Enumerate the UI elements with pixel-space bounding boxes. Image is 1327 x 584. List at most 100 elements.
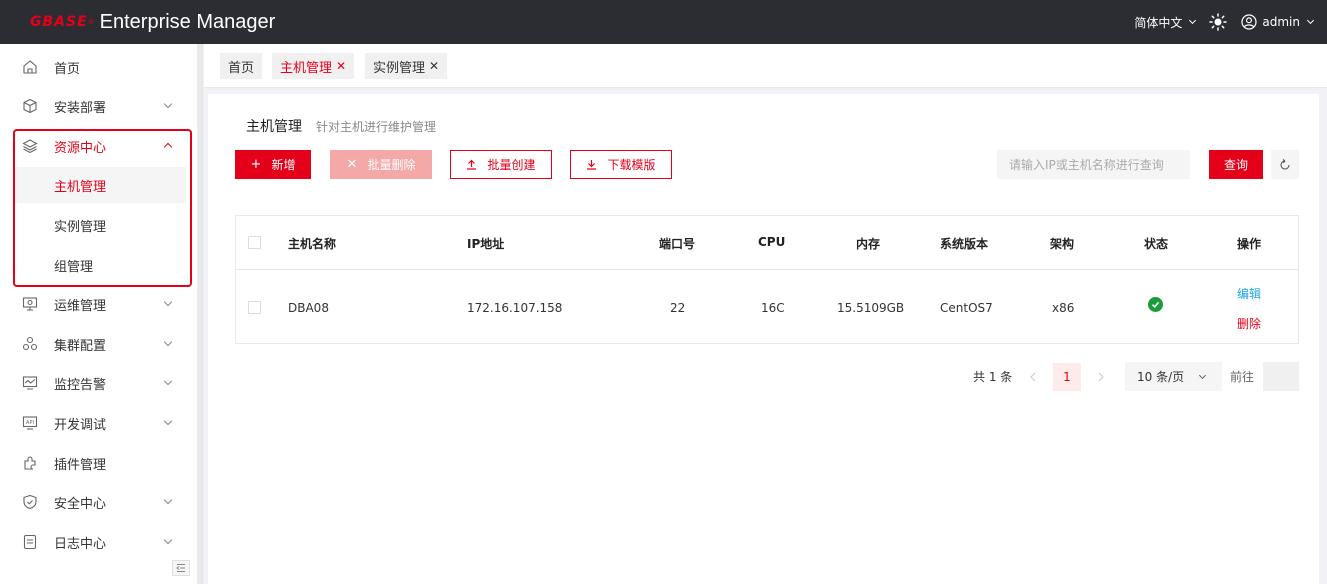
sidebar-subitem-host-management[interactable]: 主机管理 [14, 167, 186, 203]
select-all-checkbox[interactable] [248, 236, 261, 249]
hosts-table: 主机名称 IP地址 端口号 CPU 内存 系统版本 架构 状态 操作 DBA08… [235, 215, 1299, 344]
batch-delete-button[interactable]: ✕ 批量删除 [330, 150, 432, 179]
goto-page-input[interactable] [1263, 362, 1299, 391]
next-page-button[interactable] [1091, 363, 1111, 391]
logo: GBASE ® Enterprise Manager [30, 11, 275, 34]
refresh-icon [1280, 158, 1290, 170]
chevron-down-icon [163, 297, 173, 307]
chevron-down-icon [163, 416, 173, 426]
close-icon[interactable]: ✕ [336, 59, 346, 73]
edit-link[interactable]: 编辑 [1237, 285, 1261, 302]
package-icon [23, 98, 37, 114]
page-size-select[interactable]: 10 条/页 [1125, 362, 1222, 391]
username: admin [1262, 15, 1300, 29]
sidebar-subitem-group-management[interactable]: 组管理 [14, 247, 186, 283]
api-icon: API [22, 416, 38, 430]
prev-page-button[interactable] [1023, 363, 1043, 391]
chevron-down-icon [1189, 16, 1197, 25]
tab-host-management[interactable]: 主机管理 ✕ [272, 53, 355, 79]
page-size-label: 10 条/页 [1137, 370, 1185, 384]
page-title: 主机管理 [246, 119, 302, 135]
sidebar-item-label: 安装部署 [54, 100, 107, 116]
sidebar-item-install[interactable]: 安装部署 [0, 86, 196, 126]
sidebar-item-label: 首页 [54, 61, 81, 77]
logo-registered: ® [87, 18, 95, 26]
chevron-down-icon [163, 535, 173, 545]
sun-theme-icon[interactable] [1209, 13, 1228, 31]
chevron-down-icon [163, 376, 173, 386]
tab-instance-management[interactable]: 实例管理 ✕ [365, 53, 448, 79]
delete-link[interactable]: 删除 [1237, 315, 1261, 332]
sidebar-subitem-instance-management[interactable]: 实例管理 [14, 207, 186, 243]
chevron-down-icon [163, 337, 173, 347]
sidebar-subitem-label: 组管理 [54, 259, 94, 275]
sidebar-scrollbar[interactable] [197, 44, 202, 584]
query-button[interactable]: 查询 [1209, 150, 1263, 179]
sidebar-item-label: 资源中心 [54, 140, 107, 156]
tabs-bar: 首页 主机管理 ✕ 实例管理 ✕ [204, 44, 1327, 88]
sidebar-item-dev-debug[interactable]: API 开发调试 [0, 403, 196, 443]
download-template-button[interactable]: 下载模版 [570, 150, 672, 179]
page-description: 针对主机进行维护管理 [316, 120, 437, 134]
cell-port: 22 [670, 301, 686, 315]
tab-label: 实例管理 [373, 60, 426, 76]
user-menu[interactable]: admin [1241, 14, 1315, 30]
chevron-left-icon [1030, 372, 1036, 382]
chevron-down-icon [163, 99, 173, 109]
sidebar-item-resource-center[interactable]: 资源中心 [0, 126, 196, 166]
svg-text:API: API [26, 420, 34, 426]
chevron-down-icon [163, 495, 173, 505]
cell-memory: 15.5109GB [837, 301, 905, 315]
user-avatar-icon [1241, 14, 1257, 30]
column-header: IP地址 [467, 237, 505, 251]
sidebar-item-label: 安全中心 [54, 496, 107, 512]
chevron-up-icon [163, 142, 173, 152]
batch-create-button[interactable]: 批量创建 [450, 150, 552, 179]
column-header: 内存 [856, 237, 881, 251]
page-number-button[interactable]: 1 [1053, 363, 1081, 391]
cell-os: CentOS7 [940, 301, 993, 315]
download-template-label: 下载模版 [607, 158, 656, 172]
sidebar-item-ops[interactable]: 运维管理 [0, 284, 196, 324]
cluster-icon [22, 336, 38, 351]
search-input[interactable] [997, 150, 1190, 179]
sidebar: 首页 安装部署 资源中心 主机管理 实例管理 组管理 运维管理 集群配置 监控告… [0, 44, 203, 584]
refresh-button[interactable] [1271, 150, 1299, 179]
add-button-label: 新增 [271, 158, 296, 172]
close-icon: ✕ [346, 157, 358, 172]
tab-label: 首页 [228, 60, 255, 76]
home-icon [23, 60, 37, 74]
sidebar-item-home[interactable]: 首页 [0, 47, 196, 87]
add-button[interactable]: + 新增 [235, 150, 311, 179]
sidebar-item-monitoring[interactable]: 监控告警 [0, 363, 196, 403]
collapse-sidebar-icon[interactable] [172, 560, 190, 576]
sidebar-item-label: 插件管理 [54, 457, 107, 473]
sidebar-item-logs[interactable]: 日志中心 [0, 522, 196, 562]
column-header: 架构 [1050, 237, 1075, 251]
shield-icon [23, 494, 37, 510]
row-checkbox[interactable] [248, 301, 261, 314]
language-selector[interactable]: 简体中文 [1134, 14, 1197, 31]
goto-label: 前往 [1230, 370, 1255, 384]
plus-icon: + [250, 157, 262, 172]
sidebar-item-label: 开发调试 [54, 417, 107, 433]
close-icon[interactable]: ✕ [429, 59, 439, 73]
chart-monitor-icon [22, 376, 38, 390]
batch-create-label: 批量创建 [487, 158, 536, 172]
main-content: 主机管理 针对主机进行维护管理 + 新增 ✕ 批量删除 批量创建 下载模版 查询… [208, 94, 1319, 584]
cell-arch: x86 [1052, 301, 1075, 315]
sidebar-item-label: 集群配置 [54, 338, 107, 354]
tab-home[interactable]: 首页 [220, 53, 263, 79]
column-header: CPU [758, 235, 786, 249]
sidebar-item-security[interactable]: 安全中心 [0, 482, 196, 522]
pagination-total: 共 1 条 [973, 370, 1013, 384]
column-header: 系统版本 [940, 237, 989, 251]
sidebar-item-label: 监控告警 [54, 377, 107, 393]
query-button-label: 查询 [1223, 158, 1248, 172]
sidebar-item-cluster[interactable]: 集群配置 [0, 324, 196, 364]
column-header: 主机名称 [288, 237, 337, 251]
monitor-settings-icon [22, 297, 38, 311]
sidebar-subitem-label: 主机管理 [54, 179, 107, 195]
sidebar-item-plugins[interactable]: 插件管理 [0, 443, 196, 483]
cell-ip: 172.16.107.158 [467, 301, 563, 315]
